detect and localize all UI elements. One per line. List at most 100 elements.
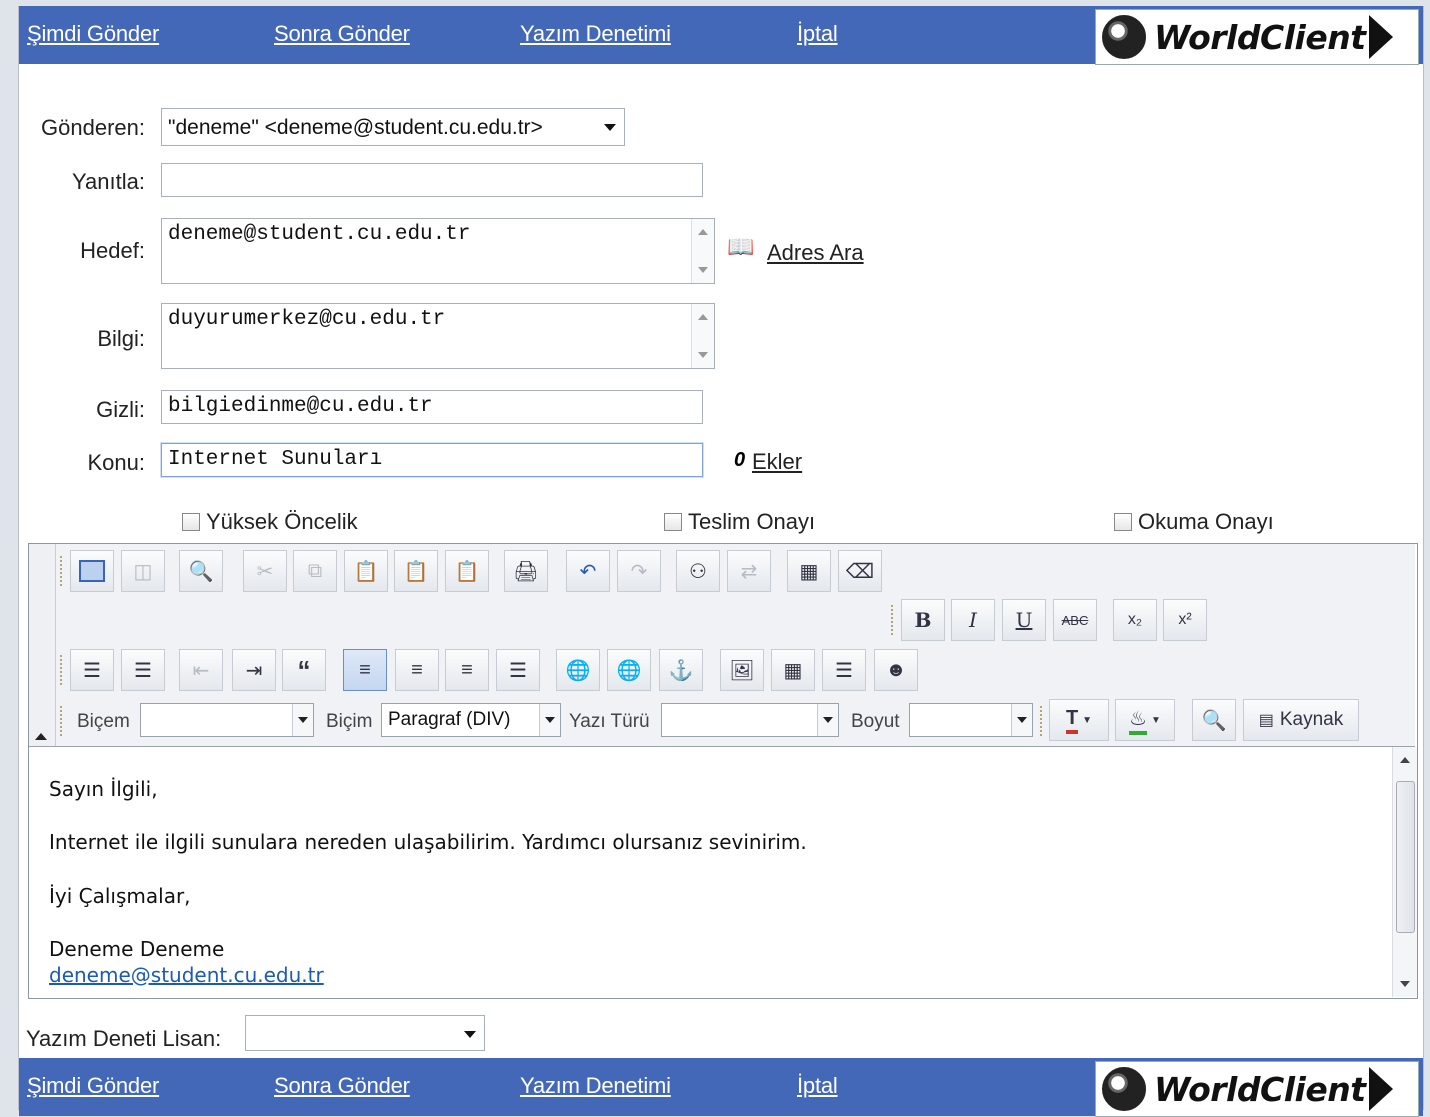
spell-language-label: Yazım Deneti Lisan: xyxy=(26,1026,222,1051)
chevron-down-icon[interactable] xyxy=(817,704,838,736)
strikethrough-button[interactable]: ABC xyxy=(1053,599,1097,641)
from-select[interactable]: "deneme" <deneme@student.cu.edu.tr> xyxy=(161,108,625,146)
checkbox-box[interactable] xyxy=(664,513,682,531)
spell-check-link[interactable]: Yazım Denetimi xyxy=(520,1073,671,1099)
remove-format-button[interactable]: ⌫ xyxy=(838,550,882,592)
logo-text: WorldClient xyxy=(1154,17,1366,57)
paperclip-icon[interactable]: 0 xyxy=(734,449,745,472)
cancel-link[interactable]: İptal xyxy=(797,21,838,47)
table-icon: ▦ xyxy=(783,659,803,682)
font-combo[interactable] xyxy=(661,703,839,737)
copy-button[interactable]: ⧉ xyxy=(293,550,337,592)
cc-value: duyurumerkez@cu.edu.tr xyxy=(168,308,446,331)
toolbar-grip xyxy=(891,605,897,635)
replace-button[interactable]: ⇄ xyxy=(727,550,771,592)
attachments-link[interactable]: Ekler xyxy=(752,449,802,475)
find-button[interactable]: ⚇ xyxy=(676,550,720,592)
bcc-input[interactable]: bilgiedinme@cu.edu.tr xyxy=(161,390,703,424)
send-later-link[interactable]: Sonra Gönder xyxy=(274,21,410,47)
body-signature-email[interactable]: deneme@student.cu.edu.tr xyxy=(49,963,324,987)
align-right-button[interactable]: ≡ xyxy=(445,649,489,691)
style-combo[interactable] xyxy=(140,703,314,737)
indent-button[interactable]: ⇥ xyxy=(232,649,276,691)
redo-button[interactable]: ↷ xyxy=(617,550,661,592)
send-now-link[interactable]: Şimdi Gönder xyxy=(27,1073,159,1099)
preview-button[interactable]: 🔍 xyxy=(179,550,223,592)
scroll-up-icon[interactable] xyxy=(698,314,708,320)
italic-button[interactable]: I xyxy=(951,599,995,641)
templates-button[interactable]: ◫ xyxy=(121,550,165,592)
scroll-down-icon[interactable] xyxy=(1400,981,1410,987)
text-color-button[interactable]: T ▼ xyxy=(1049,699,1109,741)
send-now-link[interactable]: Şimdi Gönder xyxy=(27,21,159,47)
chevron-down-icon[interactable] xyxy=(1011,704,1032,736)
size-combo[interactable] xyxy=(909,703,1033,737)
high-priority-checkbox[interactable]: Yüksek Öncelik xyxy=(182,509,358,535)
scroll-down-icon[interactable] xyxy=(698,352,708,358)
read-receipt-checkbox[interactable]: Okuma Onayı xyxy=(1114,509,1274,535)
reply-to-input[interactable] xyxy=(161,163,703,197)
delivery-receipt-checkbox[interactable]: Teslim Onayı xyxy=(664,509,815,535)
blockquote-button[interactable]: “ xyxy=(282,649,326,691)
unlink-button[interactable]: 🌐 xyxy=(607,649,651,691)
cc-scrollbar[interactable] xyxy=(691,304,714,368)
select-all-button[interactable]: ▦ xyxy=(787,550,831,592)
special-char-button[interactable]: ☻ xyxy=(874,649,918,691)
underline-button[interactable]: U xyxy=(1002,599,1046,641)
checkbox-box[interactable] xyxy=(182,513,200,531)
style-label: Biçem xyxy=(77,711,130,732)
table-button[interactable]: ▦ xyxy=(771,649,815,691)
link-button[interactable]: 🌐 xyxy=(556,649,600,691)
scroll-up-icon[interactable] xyxy=(698,229,708,235)
source-button[interactable]: ▤ Kaynak xyxy=(1243,699,1359,741)
scrollbar-thumb[interactable] xyxy=(1396,781,1415,933)
chevron-down-icon[interactable] xyxy=(292,704,313,736)
checkbox-box[interactable] xyxy=(1114,513,1132,531)
cut-button[interactable]: ✂ xyxy=(243,550,287,592)
new-page-button[interactable] xyxy=(70,550,114,592)
format-combo[interactable]: Paragraf (DIV) xyxy=(381,703,561,737)
undo-icon: ↶ xyxy=(579,560,597,583)
font-label: Yazı Türü xyxy=(569,711,650,732)
magnifier-icon: 🔍 xyxy=(188,560,214,583)
body-scrollbar[interactable] xyxy=(1392,747,1417,997)
bulleted-list-button[interactable]: ☰ xyxy=(121,649,165,691)
paste-button[interactable]: 📋 xyxy=(344,550,388,592)
subscript-button[interactable]: x₂ xyxy=(1113,599,1157,641)
address-book-icon[interactable]: 📖 xyxy=(727,236,755,258)
align-center-button[interactable]: ≡ xyxy=(395,649,439,691)
superscript-button[interactable]: x² xyxy=(1163,599,1207,641)
horizontal-rule-button[interactable]: ☰ xyxy=(822,649,866,691)
to-textarea[interactable]: deneme@student.cu.edu.tr xyxy=(161,218,715,284)
spell-language-select[interactable] xyxy=(245,1015,485,1051)
bg-color-button[interactable]: ♨ ▼ xyxy=(1115,699,1175,741)
align-left-button[interactable]: ≡ xyxy=(343,649,387,691)
preview-doc-button[interactable]: 🔍 xyxy=(1192,699,1236,741)
scroll-down-icon[interactable] xyxy=(698,267,708,273)
chevron-down-icon[interactable] xyxy=(539,704,560,736)
outdent-button[interactable]: ⇤ xyxy=(179,649,223,691)
cancel-link[interactable]: İptal xyxy=(797,1073,838,1099)
justify-button[interactable]: ☰ xyxy=(496,649,540,691)
numbered-list-button[interactable]: ☰ xyxy=(70,649,114,691)
message-body[interactable]: Sayın İlgili, Internet ile ilgili sunula… xyxy=(29,747,1391,997)
to-scrollbar[interactable] xyxy=(691,219,714,283)
spell-check-link[interactable]: Yazım Denetimi xyxy=(520,21,671,47)
paste-text-button[interactable]: 📋 xyxy=(394,550,438,592)
paste-word-button[interactable]: 📋 xyxy=(445,550,489,592)
cc-textarea[interactable]: duyurumerkez@cu.edu.tr xyxy=(161,303,715,369)
scroll-up-icon[interactable] xyxy=(1400,757,1410,763)
top-action-bar: Şimdi Gönder Sonra Gönder Yazım Denetimi… xyxy=(19,6,1423,65)
undo-button[interactable]: ↶ xyxy=(566,550,610,592)
subject-input[interactable]: Internet Sunuları xyxy=(161,443,703,477)
anchor-button[interactable]: ⚓ xyxy=(659,649,703,691)
print-button[interactable]: 🖨 xyxy=(504,550,548,592)
quote-icon: “ xyxy=(297,654,311,685)
image-button[interactable]: 🖼 xyxy=(720,649,764,691)
address-search-link[interactable]: Adres Ara xyxy=(767,240,864,266)
bold-button[interactable]: B xyxy=(901,599,945,641)
send-later-link[interactable]: Sonra Gönder xyxy=(274,1073,410,1099)
toolbar-collapse-button[interactable] xyxy=(29,544,56,746)
anchor-icon: ⚓ xyxy=(668,659,694,682)
collapse-icon[interactable] xyxy=(35,733,47,740)
